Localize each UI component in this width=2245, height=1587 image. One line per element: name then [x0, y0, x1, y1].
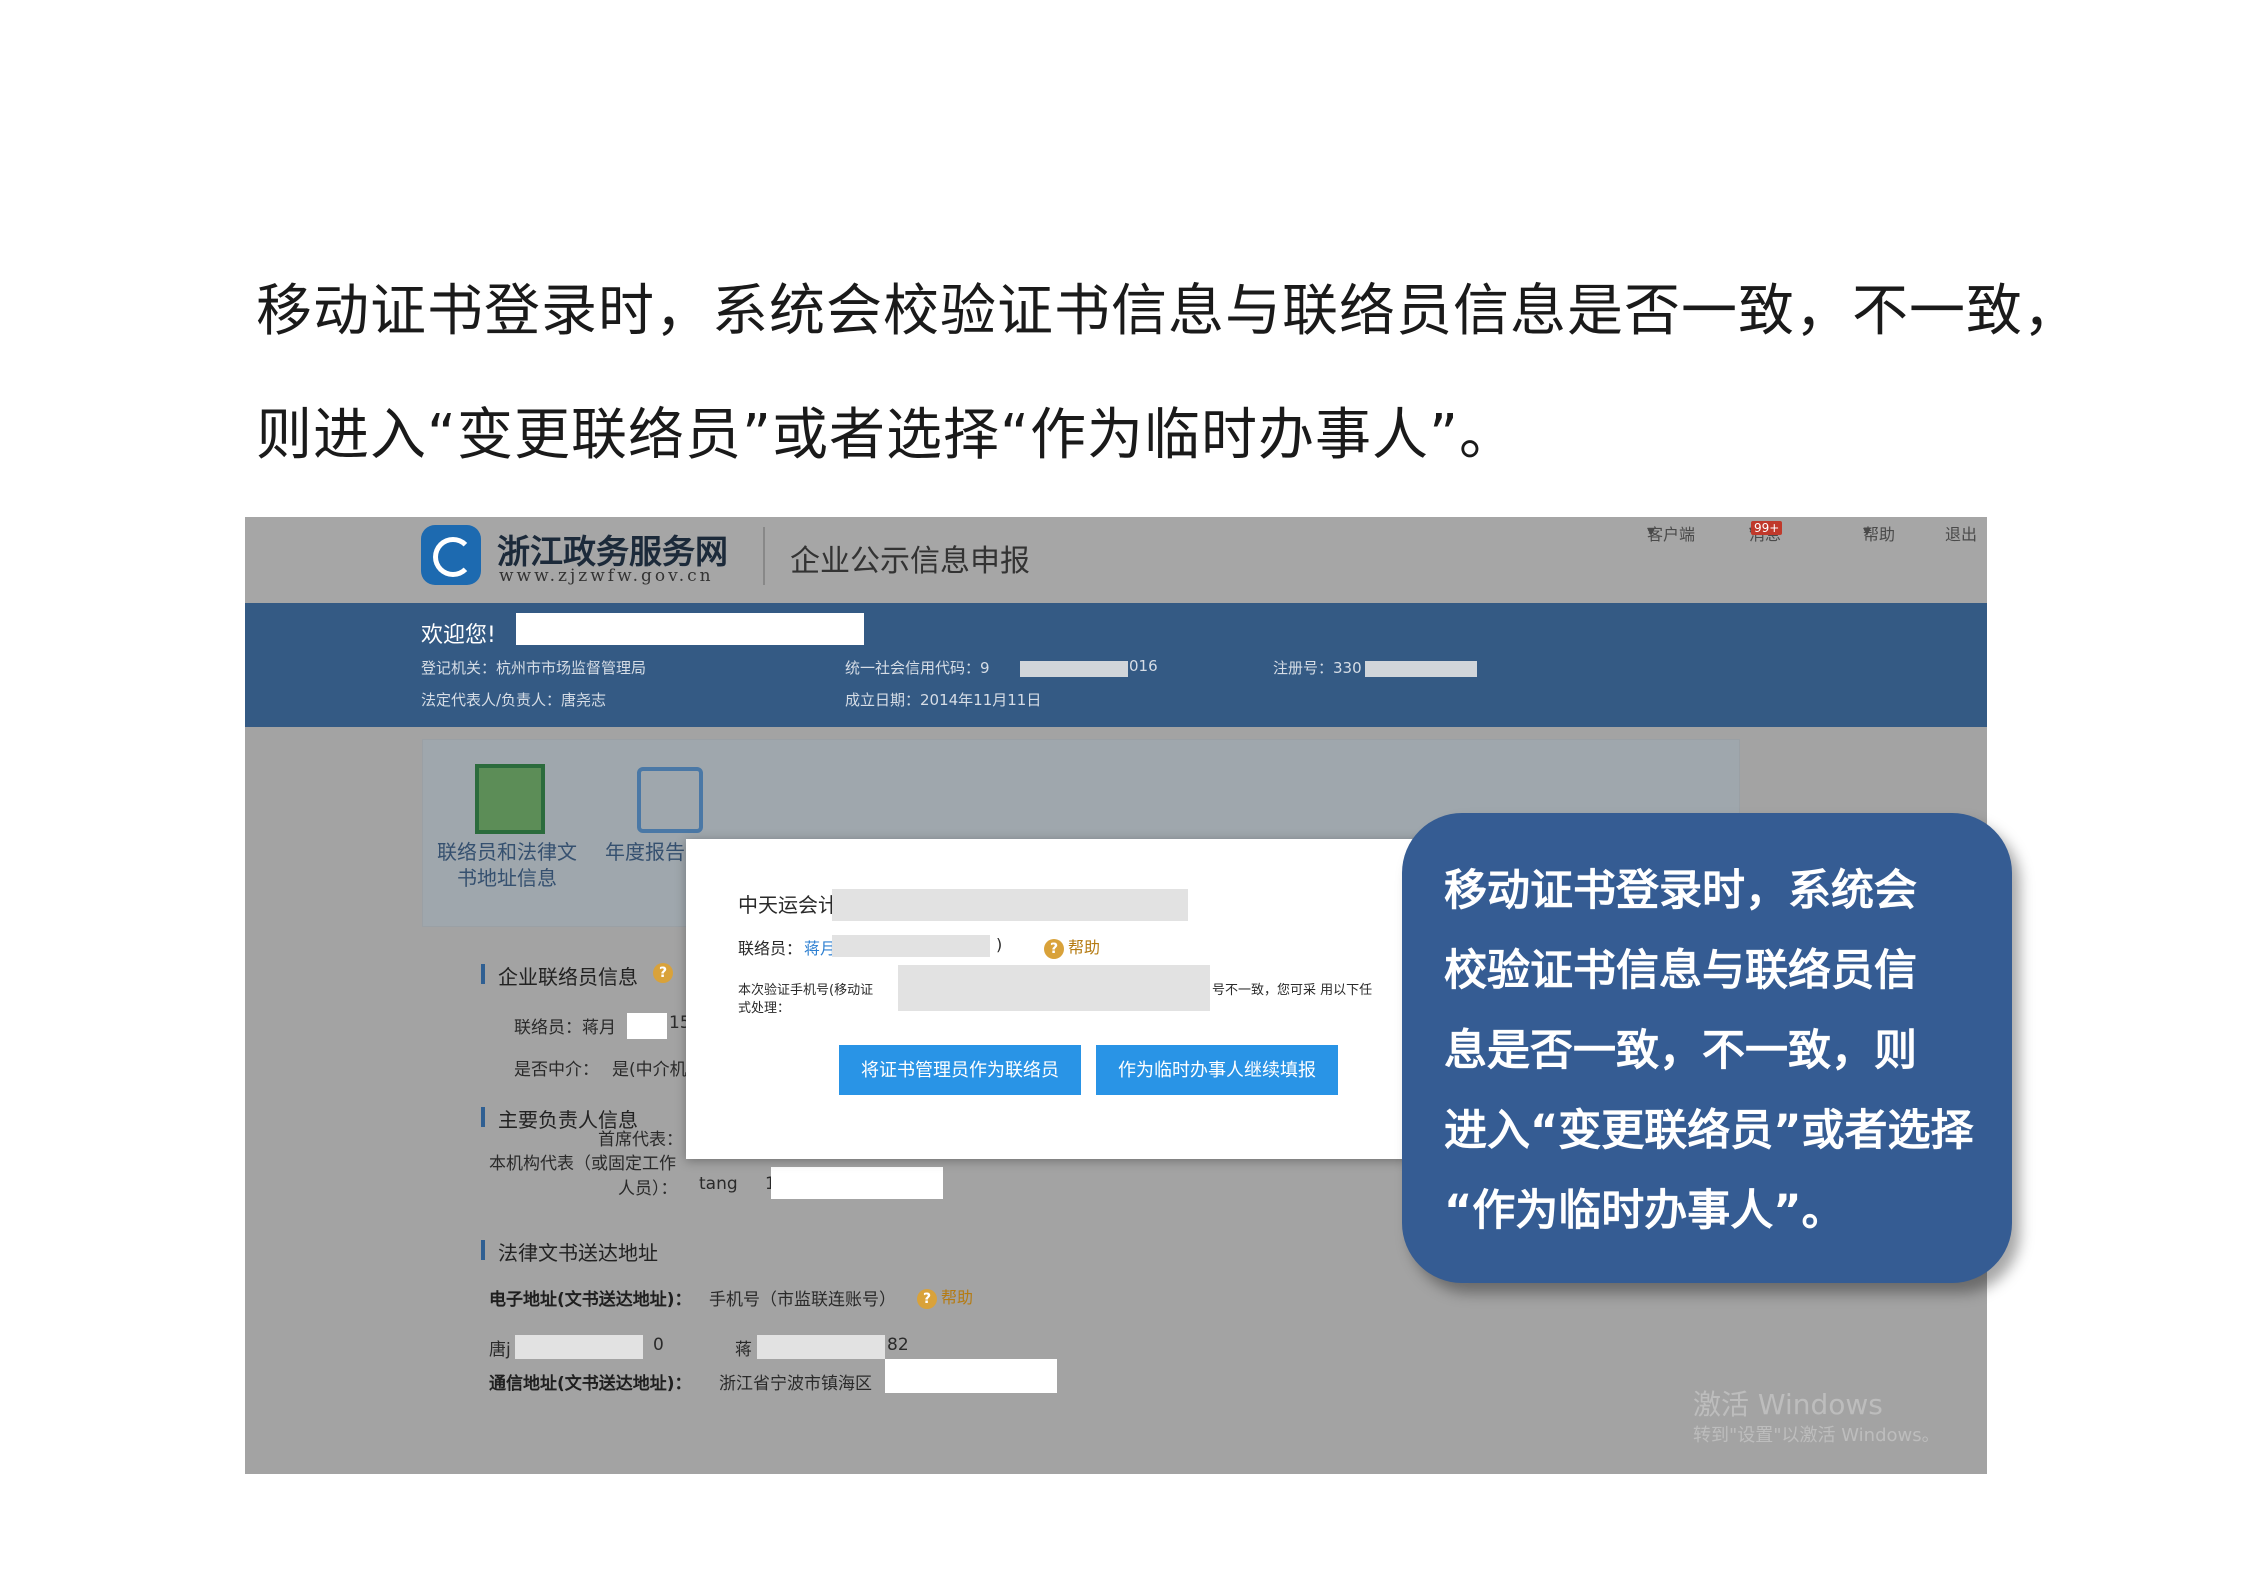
company-info-bar: 欢迎您! 登记机关：杭州市市场监督管理局 法定代表人/负责人：唐尧志 统一社会信… [245, 603, 1987, 727]
callout-line-5: “作为临时办事人”。 [1444, 1186, 1845, 1236]
row-a-prefix: 唐j [489, 1340, 511, 1360]
logout-link[interactable]: 退出 [1945, 521, 1977, 545]
redacted-contact [627, 1013, 667, 1039]
section-legal-address-title: 法律文书送达地址 [481, 1237, 658, 1266]
continue-as-temporary-agent-button[interactable]: 作为临时办事人继续填报 [1096, 1045, 1338, 1095]
windows-watermark-subtitle: 转到"设置"以激活 Windows。 [1693, 1425, 1940, 1446]
section-contact-title: 企业联络员信息 [481, 961, 638, 990]
dialog-message-line2: 式处理： [738, 1001, 791, 1016]
row-a-suffix: 0 [653, 1335, 664, 1355]
redacted-row-b [757, 1335, 885, 1359]
redacted-dialog-phone [898, 965, 1210, 1011]
dialog-company-name: 中天运会计 [738, 893, 838, 917]
mail-address-value: 浙江省宁波市镇海区 [719, 1374, 872, 1394]
registration-no-prefix: 注册号：330 [1273, 659, 1362, 677]
intro-line-1: 移动证书登录时，系统会校验证书信息与联络员信息是否一致，不一致， [256, 279, 2080, 344]
certificate-icon[interactable] [475, 764, 545, 834]
org-rep-label-2: 人员）： [618, 1179, 678, 1199]
org-rep-label-1: 本机构代表（或固定工作 [489, 1154, 676, 1174]
redacted-dialog-company [832, 889, 1188, 921]
client-link[interactable]: 客户端 ▾ [1647, 521, 1695, 544]
windows-watermark-title: 激活 Windows [1693, 1388, 1883, 1421]
registration-authority: 登记机关：杭州市市场监督管理局 [421, 659, 647, 677]
row-b-prefix: 蒋 [735, 1340, 752, 1360]
chief-representative-label: 首席代表： [598, 1130, 683, 1150]
dialog-contact-close-paren: ) [996, 935, 1003, 954]
callout-line-1: 移动证书登录时，系统会 [1444, 866, 1917, 916]
credit-code-suffix: 016 [1129, 657, 1158, 675]
header-divider [763, 527, 765, 585]
panel-item-annual-report[interactable]: 年度报告 [605, 839, 685, 865]
set-cert-admin-as-contact-button[interactable]: 将证书管理员作为联络员 [839, 1045, 1081, 1095]
help-icon[interactable]: ? [653, 962, 677, 983]
panel-item-contact[interactable]: 联络员和法律文 书地址信息 [430, 839, 584, 891]
messages-link[interactable]: 消息99+ ▾ [1749, 521, 1783, 544]
intermediary-value: 是(中介机 [612, 1060, 687, 1080]
redacted-registration-no [1365, 661, 1477, 677]
help-link[interactable]: 帮助 ▾ [1863, 521, 1895, 544]
org-rep-value: tang [699, 1174, 738, 1194]
dialog-message-mid: 号不一致，您可采 用以下任 [1212, 983, 1373, 998]
explanation-callout: 移动证书登录时，系统会 校验证书信息与联络员信 息是否一致，不一致，则 进入“变… [1402, 813, 2012, 1283]
intermediary-label: 是否中介： [514, 1060, 599, 1080]
electronic-address-label: 电子地址(文书送达地址)： [489, 1290, 692, 1310]
site-header: 浙江政务服务网 www.zjzwfw.gov.cn 企业公示信息申报 客户端 ▾… [245, 517, 1987, 603]
callout-line-2: 校验证书信息与联络员信 [1444, 946, 1917, 996]
contact-label: 联络员：蒋月 [514, 1018, 616, 1038]
redacted-credit-code [1020, 661, 1128, 677]
dialog-contact-label: 联络员： [738, 939, 803, 958]
callout-line-3: 息是否一致，不一致，则 [1444, 1026, 1917, 1076]
callout-line-4: 进入“变更联络员”或者选择 [1444, 1106, 1974, 1156]
redacted-dialog-contact [832, 935, 990, 957]
welcome-text: 欢迎您! [421, 623, 496, 648]
edit-report-icon[interactable] [637, 767, 703, 833]
legal-representative: 法定代表人/负责人：唐尧志 [421, 691, 607, 709]
credit-code-prefix: 统一社会信用代码：9 [845, 659, 990, 677]
redacted-company-name [516, 613, 864, 645]
contact-mismatch-dialog: 中天运会计 联络员： 蒋月 ) ? 帮助 本次验证手机号(移动证 号不一致，您可采… [686, 839, 1438, 1159]
electronic-address-value: 手机号（市监联连账号） [709, 1290, 896, 1310]
dialog-message-prefix: 本次验证手机号(移动证 [738, 983, 874, 998]
brand-url: www.zjzwfw.gov.cn [499, 566, 714, 586]
redacted-mail-address [885, 1359, 1057, 1393]
site-logo-icon[interactable] [421, 525, 481, 585]
portal-title: 企业公示信息申报 [790, 544, 1030, 579]
established-date: 成立日期：2014年11月11日 [845, 691, 1042, 709]
redacted-row-a [515, 1335, 643, 1359]
mail-address-label: 通信地址(文书送达地址)： [489, 1374, 692, 1394]
dialog-help-link[interactable]: ? 帮助 [1044, 934, 1100, 959]
help-link-address[interactable]: ? 帮助 [917, 1284, 973, 1309]
redacted-org-rep [771, 1167, 943, 1199]
message-count-badge: 99+ [1751, 521, 1783, 535]
intro-line-2: 则进入“变更联络员”或者选择“作为临时办事人”。 [256, 403, 1517, 468]
row-b-suffix: 82 [887, 1335, 909, 1355]
